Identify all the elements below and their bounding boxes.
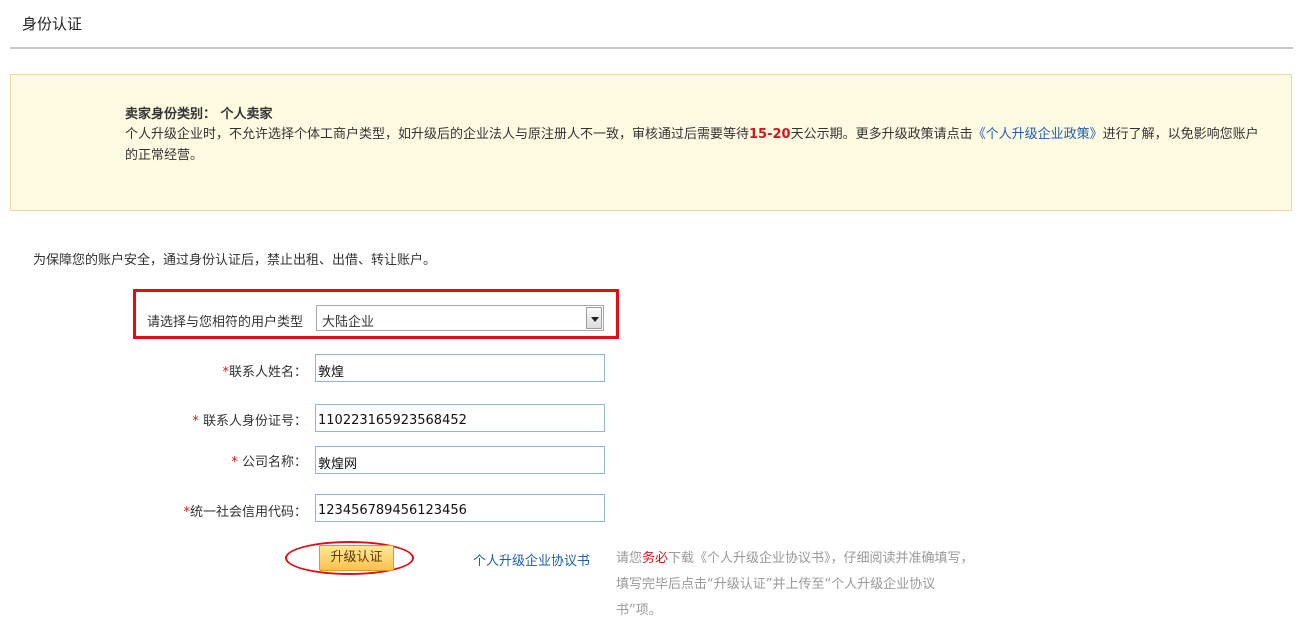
company-name-label: * 公司名称： (231, 455, 307, 470)
chevron-down-icon[interactable] (586, 307, 602, 329)
notice-box: 卖家身份类别： 个人卖家 个人升级企业时，不允许选择个体工商户类型，如升级后的企… (10, 74, 1292, 211)
required-mark: * (192, 414, 199, 429)
publicity-days: 15-20 (749, 127, 791, 142)
contact-id-input[interactable] (315, 404, 605, 432)
credit-code-input[interactable] (315, 494, 605, 522)
notice-text-part2: 天公示期。更多升级政策请点击 (790, 127, 973, 142)
user-type-selected: 大陆企业 (322, 315, 375, 330)
contact-id-label: * 联系人身份证号： (192, 414, 307, 429)
upgrade-button[interactable]: 升级认证 (319, 545, 394, 571)
user-type-select[interactable]: 大陆企业 (316, 305, 604, 331)
notice-text: 个人升级企业时，不允许选择个体工商户类型，如升级后的企业法人与原注册人不一致，审… (125, 124, 1265, 166)
notice-text-part1: 个人升级企业时，不允许选择个体工商户类型，如升级后的企业法人与原注册人不一致，审… (125, 127, 750, 142)
policy-link[interactable]: 《个人升级企业政策》 (973, 127, 1103, 142)
contact-name-label: *联系人姓名： (222, 365, 307, 380)
seller-type-heading: 卖家身份类别： 个人卖家 (125, 107, 273, 122)
user-type-label: 请选择与您相符的用户类型 (147, 315, 304, 330)
security-intro: 为保障您的账户安全，通过身份认证后，禁止出租、出借、转让账户。 (33, 253, 437, 268)
company-name-input[interactable] (315, 446, 605, 474)
required-mark: * (231, 455, 238, 470)
credit-code-label: *统一社会信用代码： (183, 505, 307, 520)
contact-name-input[interactable] (315, 354, 605, 382)
title-divider (10, 47, 1293, 49)
hint-emphasis: 务必 (642, 551, 669, 566)
page-title: 身份认证 (22, 15, 83, 33)
upload-hint: 请您务必下载《个人升级企业协议书》，仔细阅读并准确填写，填写完毕后点击“升级认证… (616, 551, 974, 618)
agreement-download-link[interactable]: 个人升级企业协议书 (473, 550, 590, 569)
